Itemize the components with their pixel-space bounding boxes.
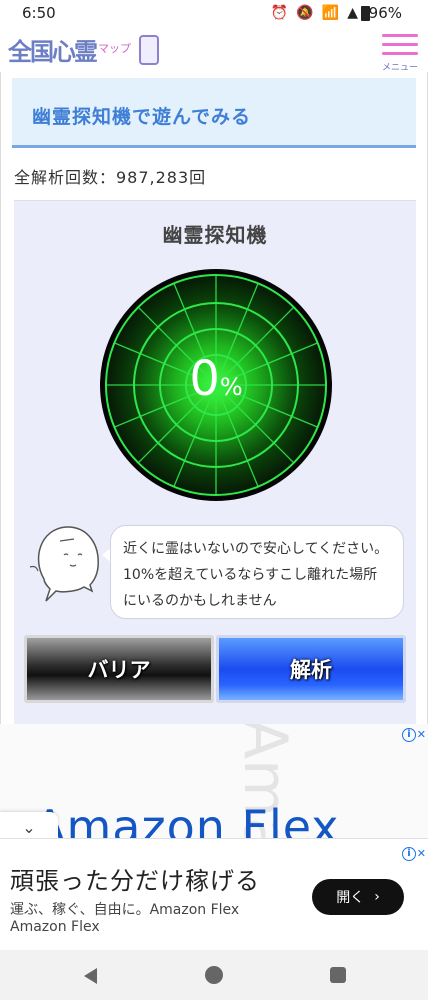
- section-banner: 幽霊探知機で遊んでみる: [12, 78, 416, 148]
- anchor-ad-brand: Amazon Flex: [10, 919, 100, 935]
- collapse-ad-button[interactable]: ⌄: [0, 812, 58, 838]
- back-icon[interactable]: [84, 968, 97, 984]
- radar-display: 0%: [98, 267, 334, 503]
- anchor-ad-description: 運ぶ、稼ぐ、自由に。Amazon Flex: [10, 902, 240, 918]
- analyze-button[interactable]: 解析: [216, 635, 406, 703]
- percent-value: 0: [189, 351, 220, 407]
- open-button-label: 開く: [336, 890, 365, 906]
- logo-subtext: マップ: [98, 41, 131, 55]
- status-bar: 6:50 ⏰ 🔕 📶 ▲ 96%: [0, 0, 428, 28]
- ghost-detector-panel: 幽霊探知機 0% 近くに霊はいないので安心してください。10%を超えているならす…: [14, 200, 416, 724]
- phone-icon: [139, 34, 159, 65]
- open-button[interactable]: 開く ›: [312, 879, 404, 915]
- ghost-icon: [29, 526, 99, 602]
- ad-close-icon[interactable]: ✕: [417, 728, 426, 741]
- section-title: 幽霊探知機で遊んでみる: [32, 106, 252, 128]
- ad-headline[interactable]: Amazon Flex: [34, 800, 340, 838]
- wifi-icon: 📶: [321, 5, 340, 21]
- detector-title: 幽霊探知機: [162, 223, 268, 247]
- alarm-icon: ⏰: [270, 5, 289, 21]
- hamburger-icon: [382, 34, 418, 37]
- chevron-right-icon: ›: [374, 889, 380, 905]
- barrier-button[interactable]: バリア: [24, 635, 214, 703]
- ad-info-icon[interactable]: i: [402, 728, 416, 742]
- detector-message: 近くに霊はいないので安心してください。10%を超えているならすこし離れた場所にい…: [110, 525, 404, 619]
- percent-sign: %: [219, 373, 243, 401]
- detection-percent: 0%: [98, 351, 334, 407]
- main-content: 幽霊探知機で遊んでみる 全解析回数：987,283回 幽霊探知機 0% 近くに霊…: [0, 72, 428, 724]
- site-header: 全国心霊 マップ メニュー: [0, 28, 428, 73]
- recent-apps-icon[interactable]: [330, 967, 346, 983]
- system-nav-bar: [0, 950, 428, 1000]
- logo-text: 全国心霊: [8, 38, 98, 66]
- battery-percent: 96%: [368, 4, 402, 22]
- analysis-count: 全解析回数：987,283回: [14, 168, 207, 187]
- mute-icon: 🔕: [296, 5, 314, 21]
- status-icons: ⏰ 🔕 📶 ▲: [271, 5, 358, 21]
- status-time: 6:50: [22, 4, 56, 22]
- ad-banner[interactable]: Amaz Amazon Flex i ✕ ⌄: [0, 724, 428, 838]
- anchor-ad-close-icon[interactable]: ✕: [417, 847, 426, 860]
- home-icon[interactable]: [205, 966, 223, 984]
- signal-icon: ▲: [347, 5, 358, 21]
- anchor-ad[interactable]: i ✕ 頑張った分だけ稼げる 運ぶ、稼ぐ、自由に。Amazon Flex Ama…: [0, 838, 428, 950]
- anchor-ad-info-icon[interactable]: i: [402, 847, 416, 861]
- menu-button[interactable]: メニュー: [380, 30, 420, 73]
- ghost-character: [26, 519, 106, 609]
- anchor-ad-title: 頑張った分だけ稼げる: [10, 867, 260, 895]
- site-logo[interactable]: 全国心霊 マップ: [8, 32, 159, 67]
